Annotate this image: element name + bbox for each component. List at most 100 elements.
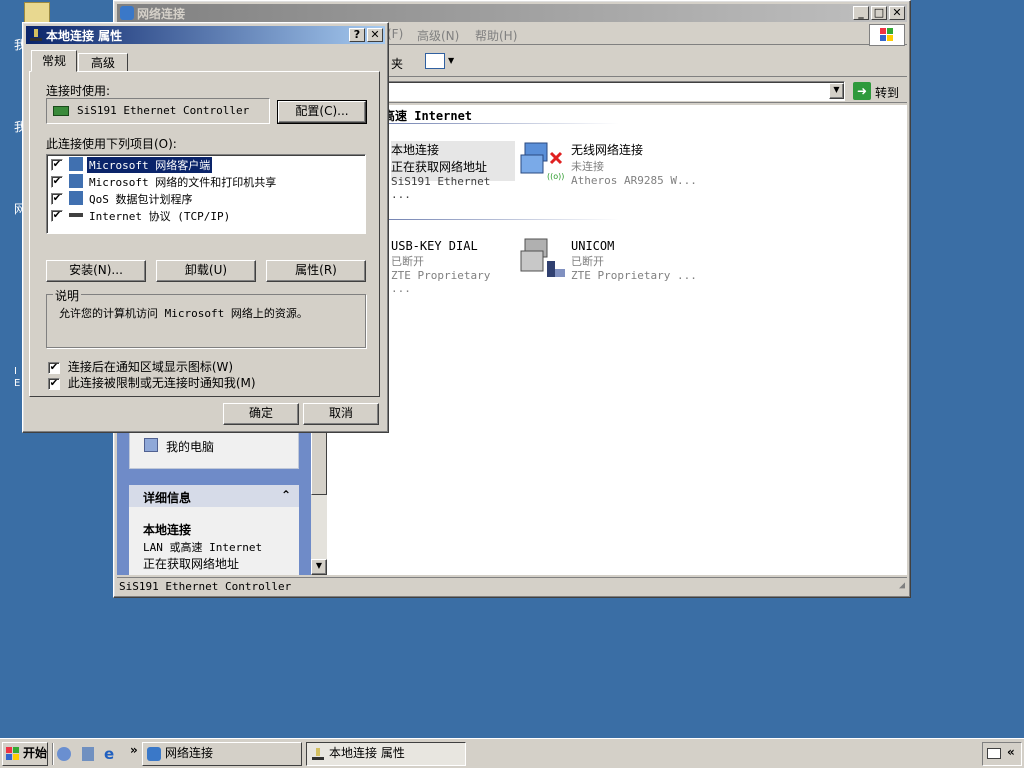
component-item-ms-client[interactable]: ✔ Microsoft 网络客户端 — [51, 156, 351, 174]
address-dropdown-button[interactable]: ▼ — [829, 83, 844, 99]
address-input[interactable] — [385, 81, 845, 101]
component-item-tcpip[interactable]: ✔ Internet 协议 (TCP/IP) — [51, 208, 351, 224]
quicklaunch-more[interactable]: » — [130, 743, 138, 757]
windows-logo-icon — [869, 24, 905, 46]
quicklaunch-icon-1[interactable] — [57, 747, 71, 761]
help-button[interactable]: ? — [349, 28, 365, 42]
scroll-down-button[interactable]: ▼ — [311, 559, 327, 575]
desktop-icon-label-5[interactable]: E — [14, 378, 20, 389]
status-text: SiS191 Ethernet Controller — [119, 580, 292, 593]
network-icon — [120, 6, 134, 20]
task-label-network: 网络连接 — [165, 746, 214, 760]
show-icon-checkbox[interactable]: ✔ — [48, 361, 60, 374]
details-title: 详细信息 — [143, 491, 192, 505]
task-lan-properties[interactable]: 本地连接 属性 — [306, 742, 466, 766]
dialup-connection-icon — [519, 235, 565, 283]
component-checkbox-qos[interactable]: ✔ — [51, 192, 63, 205]
connection-unicom-device: ZTE Proprietary ... — [571, 269, 697, 282]
component-checkbox-ms-client[interactable]: ✔ — [51, 158, 63, 171]
description-group: 说明 允许您的计算机访问 Microsoft 网络上的资源。 — [46, 287, 366, 348]
dialog-titlebar[interactable]: 本地连接 属性 ? ✕ — [26, 26, 385, 44]
install-button[interactable]: 安装(N)... — [46, 260, 146, 282]
connection-unicom[interactable]: UNICOM 已断开 ZTE Proprietary ... — [571, 239, 721, 282]
net-window-title: 网络连接 — [137, 6, 186, 21]
quicklaunch-icon-2[interactable] — [82, 747, 94, 761]
views-button[interactable]: ▼ — [423, 51, 457, 73]
chevron-down-icon: ▼ — [448, 56, 455, 65]
maximize-button[interactable]: □ — [871, 6, 887, 20]
ie-icon[interactable]: e — [104, 745, 114, 763]
connection-usbkey-status: 已断开 — [391, 255, 424, 268]
connect-using-label: 连接时使用: — [46, 84, 111, 98]
close-button[interactable]: ✕ — [889, 6, 905, 20]
connection-usbkey-name: USB-KEY DIAL — [391, 239, 478, 253]
cancel-button[interactable]: 取消 — [303, 403, 379, 425]
status-bar: SiS191 Ethernet Controller ◢ — [117, 577, 907, 595]
tab-general[interactable]: 常规 — [31, 50, 77, 72]
resize-grip-icon[interactable]: ◢ — [899, 580, 905, 591]
option-notify[interactable]: ✔ 此连接被限制或无连接时通知我(M) — [48, 374, 256, 391]
connection-usbkey[interactable]: USB-KEY DIAL 已断开 ZTE Proprietary ... — [391, 239, 515, 295]
configure-button[interactable]: 配置(C)... — [277, 100, 367, 124]
my-computer-icon — [144, 438, 158, 452]
properties-dialog: 本地连接 属性 ? ✕ 常规 高级 连接时使用: SiS191 Ethernet… — [22, 22, 389, 433]
dialog-close-button[interactable]: ✕ — [367, 28, 383, 42]
component-checkbox-tcpip[interactable]: ✔ — [51, 209, 63, 222]
task-label-properties: 本地连接 属性 — [329, 746, 405, 760]
wireless-connection-icon: ((o)) — [519, 139, 565, 183]
dialog-title: 本地连接 属性 — [46, 28, 123, 43]
details-name: 本地连接 — [143, 523, 192, 537]
option-show-icon[interactable]: ✔ 连接后在通知区域显示图标(W) — [48, 358, 233, 375]
components-label: 此连接使用下列项目(O): — [46, 137, 177, 151]
connection-wireless-status: 未连接 — [571, 160, 604, 173]
details-status: 正在获取网络地址 — [143, 557, 240, 571]
menu-item-help[interactable]: 帮助(H) — [475, 27, 517, 44]
notify-label: 此连接被限制或无连接时通知我(M) — [67, 376, 256, 390]
connection-wireless-device: Atheros AR9285 W... — [571, 174, 697, 187]
tab-panel: 连接时使用: SiS191 Ethernet Controller 配置(C).… — [29, 71, 380, 397]
uninstall-button[interactable]: 卸载(U) — [156, 260, 256, 282]
folders-button-label[interactable]: 夹 — [391, 55, 403, 72]
component-label-file-sharing: Microsoft 网络的文件和打印机共享 — [89, 176, 277, 189]
connection-local[interactable]: 本地连接 正在获取网络地址 SiS191 Ethernet ... — [391, 141, 515, 201]
notify-checkbox[interactable]: ✔ — [48, 377, 60, 390]
group-divider — [383, 219, 619, 220]
desktop-icon-label-4[interactable]: I — [14, 366, 17, 377]
minimize-button[interactable]: _ — [853, 6, 869, 20]
tray-expand-arrow[interactable]: « — [1007, 745, 1015, 759]
menu-item-file[interactable]: (F) — [387, 27, 403, 41]
component-label-tcpip: Internet 协议 (TCP/IP) — [89, 210, 231, 223]
content-area: 高速 Internet 本地连接 正在获取网络地址 SiS191 Etherne… — [327, 105, 907, 575]
show-icon-label: 连接后在通知区域显示图标(W) — [67, 360, 234, 374]
group-header-lan: 高速 Internet — [383, 109, 473, 123]
chevron-up-icon[interactable]: ⌃ — [281, 488, 291, 502]
start-button[interactable]: 开始 — [2, 742, 48, 766]
network-icon — [147, 747, 161, 761]
component-item-qos[interactable]: ✔ QoS 数据包计划程序 — [51, 191, 351, 207]
description-text: 允许您的计算机访问 Microsoft 网络上的资源。 — [59, 307, 308, 320]
connection-wireless-name: 无线网络连接 — [571, 143, 644, 157]
ok-button[interactable]: 确定 — [223, 403, 299, 425]
my-computer-link[interactable]: 我的电脑 — [166, 438, 214, 455]
properties-button[interactable]: 属性(R) — [266, 260, 366, 282]
task-network-connections[interactable]: 网络连接 — [142, 742, 302, 766]
details-type: LAN 或高速 Internet — [143, 541, 263, 554]
menu-item-advanced[interactable]: 高级(N) — [417, 27, 459, 44]
keyboard-icon[interactable] — [987, 748, 1001, 759]
system-tray: « — [982, 742, 1022, 766]
svg-text:((o)): ((o)) — [547, 172, 564, 181]
qos-icon — [69, 191, 83, 205]
connection-wireless[interactable]: 无线网络连接 未连接 Atheros AR9285 W... — [571, 141, 721, 187]
sharing-icon — [69, 174, 83, 188]
details-header[interactable]: 详细信息 ⌃ — [129, 485, 299, 507]
net-window-titlebar[interactable]: 网络连接 _ □ ✕ — [117, 4, 907, 22]
description-legend: 说明 — [53, 287, 82, 304]
connection-local-device: SiS191 Ethernet ... — [391, 175, 491, 201]
component-item-file-sharing[interactable]: ✔ Microsoft 网络的文件和打印机共享 — [51, 174, 351, 190]
go-button[interactable]: ➜ 转到 — [851, 81, 905, 101]
lan-icon — [29, 28, 43, 42]
tab-advanced[interactable]: 高级 — [78, 53, 128, 72]
desktop-icon-1[interactable] — [24, 2, 50, 24]
protocol-icon — [69, 213, 83, 217]
component-checkbox-file-sharing[interactable]: ✔ — [51, 175, 63, 188]
